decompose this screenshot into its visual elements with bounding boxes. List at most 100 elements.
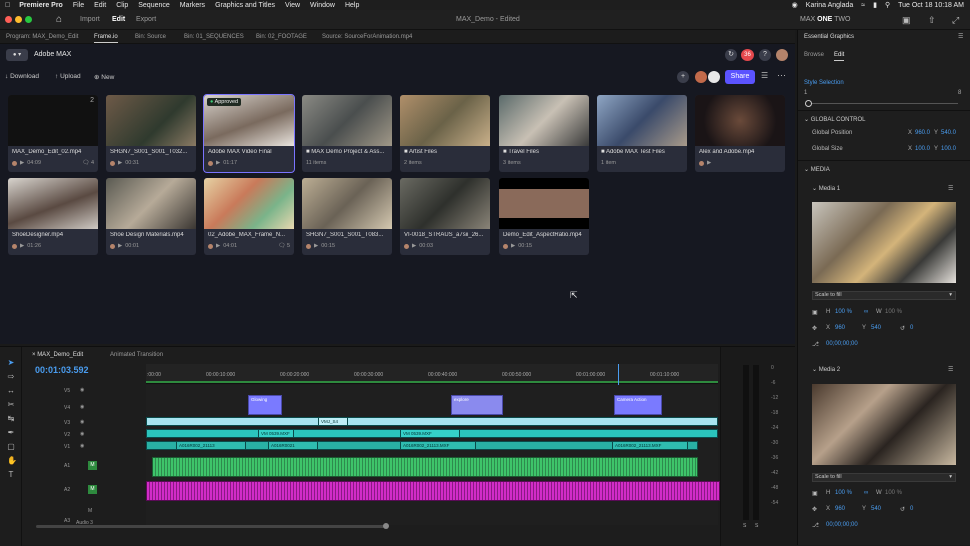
link-icon[interactable]: ∞ xyxy=(864,490,868,496)
clock[interactable]: Tue Oct 18 10:18 AM xyxy=(898,2,964,9)
mute-button[interactable]: M xyxy=(88,461,97,470)
close-window-button[interactable] xyxy=(5,16,12,23)
notification-badge[interactable]: 36 xyxy=(741,49,754,61)
menu-markers[interactable]: Markers xyxy=(180,2,205,9)
folder-card[interactable]: ■ Travel Files 3 items xyxy=(499,95,589,172)
mute-button[interactable]: M xyxy=(88,485,97,494)
razor-tool-icon[interactable]: ✂ xyxy=(7,401,15,409)
battery-icon[interactable]: ▮ xyxy=(873,1,877,9)
media1-width[interactable]: 100 % xyxy=(885,309,902,315)
menu-app[interactable]: Premiere Pro xyxy=(19,2,63,9)
video-clip[interactable]: VM 0539.MXF xyxy=(400,429,460,438)
video-clip-v3[interactable] xyxy=(146,417,718,426)
project-name[interactable]: Adobe MAX xyxy=(34,51,71,58)
upload-button[interactable]: ↑ Upload xyxy=(55,73,81,80)
media2-width[interactable]: 100 % xyxy=(885,490,902,496)
video-clip[interactable]: VM 0539.MXF xyxy=(258,429,294,438)
tab-bin-source[interactable]: Bin: Source xyxy=(135,34,166,40)
timeline-scrollbar[interactable] xyxy=(36,525,386,528)
asset-card[interactable]: VI-0018_STRAUS_a7sii_26... ▶ 00:03 xyxy=(400,178,490,255)
asset-card[interactable]: 2 MAX_Demo_Edit_02.mp4 ▶ 04:09 🗨 4 xyxy=(8,95,98,172)
media2-x[interactable]: 960 xyxy=(835,506,845,512)
asset-card[interactable]: ShoeDesigner.mp4 ▶ 01:26 xyxy=(8,178,98,255)
media2-rotation[interactable]: 0 xyxy=(910,506,913,512)
pen-tool-icon[interactable]: ✒ xyxy=(7,429,15,437)
track-header-v1[interactable]: V1 ◉ xyxy=(22,441,146,453)
user-name[interactable]: Karina Anglada xyxy=(806,2,853,9)
media2-preview[interactable] xyxy=(812,384,956,465)
tab-bin-footage[interactable]: Bin: 02_FOOTAGE xyxy=(256,34,307,40)
tab-frameio[interactable]: Frame.io xyxy=(94,34,118,43)
asset-card[interactable]: SHGN7_S001_S001_T032... ▶ 00:31 xyxy=(106,95,196,172)
track-select-icon[interactable]: ⇨ xyxy=(7,373,15,381)
asset-card[interactable]: 02_Adobe_MAX_Frame_N... ▶ 04:01 🗨 5 xyxy=(204,178,294,255)
menu-help[interactable]: Help xyxy=(345,2,359,9)
asset-card[interactable]: Shoe Design Materials.mp4 ▶ 00:01 xyxy=(106,178,196,255)
folder-card[interactable]: ■ Adobe MAX Test Files 1 item xyxy=(597,95,687,172)
menu-file[interactable]: File xyxy=(73,2,84,9)
tab-bin-sequences[interactable]: Bin: 01_SEQUENCES xyxy=(184,34,244,40)
folder-card[interactable]: ■ MAX Demo Project & Ass... 11 items xyxy=(302,95,392,172)
graphic-clip[interactable]: explore xyxy=(451,395,503,415)
solo-button[interactable]: S xyxy=(755,523,758,529)
video-clip[interactable]: A016R002_21113.MXF xyxy=(400,441,476,450)
tab-sequence-timeline[interactable]: × MAX_Demo_Edit xyxy=(32,352,83,358)
tab-animated-transition[interactable]: Animated Transition xyxy=(110,352,163,358)
share-export-icon[interactable]: ⇧ xyxy=(928,15,936,26)
global-size-y[interactable]: 100.0 xyxy=(941,146,956,152)
tab-edit-graphics[interactable]: Edit xyxy=(834,52,845,61)
video-clip[interactable]: VMJ_S4 xyxy=(318,417,348,426)
menu-edit[interactable]: Edit xyxy=(94,2,106,9)
global-size-x[interactable]: 100.0 xyxy=(915,146,930,152)
graphic-clip[interactable]: Camera Action xyxy=(614,395,662,415)
track-header-v4[interactable]: V4 ◉ xyxy=(22,399,146,417)
slip-tool-icon[interactable]: ↹ xyxy=(7,415,15,423)
global-position-y[interactable]: 540.0 xyxy=(941,130,956,136)
style-slider-track[interactable] xyxy=(808,103,958,104)
media2-scale-select[interactable]: Scale to fill ▾ xyxy=(812,473,956,482)
add-user-icon[interactable]: + xyxy=(677,71,689,83)
eye-icon[interactable]: ◉ xyxy=(80,404,84,410)
menu-clip[interactable]: Clip xyxy=(116,2,128,9)
eye-icon[interactable]: ◉ xyxy=(80,443,84,449)
asset-card[interactable]: Demo_Edit_AspectRatio.mp4 ▶ 00:15 xyxy=(499,178,589,255)
media2-timecode[interactable]: 00;00;00;00 xyxy=(826,522,858,528)
scrollbar-handle[interactable] xyxy=(383,523,389,529)
more-icon[interactable]: ⋯ xyxy=(777,70,786,81)
apple-icon[interactable]:  xyxy=(5,2,10,9)
audio-clip-a2[interactable] xyxy=(146,481,720,501)
status-badge[interactable]: ● Approved xyxy=(207,98,242,106)
video-clip[interactable]: A016R002_21113 xyxy=(176,441,246,450)
folder-card[interactable]: ■ Artist Files 2 items xyxy=(400,95,490,172)
type-tool-icon[interactable]: T xyxy=(7,471,15,479)
style-slider-handle[interactable] xyxy=(805,100,812,107)
media2-y[interactable]: 540 xyxy=(871,506,881,512)
eye-icon[interactable]: ◉ xyxy=(80,419,84,425)
search-icon[interactable]: ⚲ xyxy=(885,1,890,9)
share-button[interactable]: Share xyxy=(725,70,755,84)
media1-scale-select[interactable]: Scale to fill ▾ xyxy=(812,291,956,300)
global-position-x[interactable]: 960.0 xyxy=(915,130,930,136)
panel-layout-icon[interactable]: ▣ xyxy=(902,15,911,26)
workspace-dropdown[interactable]: ● ▾ xyxy=(6,49,28,61)
eye-icon[interactable]: ◉ xyxy=(80,387,84,393)
account-avatar[interactable] xyxy=(776,49,788,61)
fullscreen-icon[interactable]: ⤢ xyxy=(952,15,959,26)
video-clip[interactable]: A016R002_21113.MXF xyxy=(612,441,688,450)
asset-card[interactable]: SHGN7_S001_S001_T083... ▶ 00:15 xyxy=(302,178,392,255)
menu-window[interactable]: Window xyxy=(310,2,335,9)
camera-icon[interactable]: ◉ xyxy=(792,1,798,9)
track-header-a2[interactable]: A2 M xyxy=(22,479,146,501)
tab-program[interactable]: Program: MAX_Demo_Edit xyxy=(6,34,78,40)
zoom-window-button[interactable] xyxy=(25,16,32,23)
tab-edit[interactable]: Edit xyxy=(112,16,125,23)
asset-card[interactable]: Alex and Adobe.mp4 ▶ xyxy=(695,95,785,172)
playhead-timecode[interactable]: 00:01:03.592 xyxy=(35,365,89,375)
track-header-v5[interactable]: V5 ◉ xyxy=(22,385,146,397)
video-clip[interactable]: A016R0021 xyxy=(268,441,318,450)
time-ruler[interactable]: :00:00 00:00:10:000 00:00:20:000 00:00:3… xyxy=(146,364,718,384)
refresh-icon[interactable]: ↻ xyxy=(725,49,737,61)
wifi-icon[interactable]: ≈ xyxy=(861,2,865,9)
audio-clip-a1[interactable] xyxy=(152,457,698,477)
tab-browse[interactable]: Browse xyxy=(804,52,824,58)
